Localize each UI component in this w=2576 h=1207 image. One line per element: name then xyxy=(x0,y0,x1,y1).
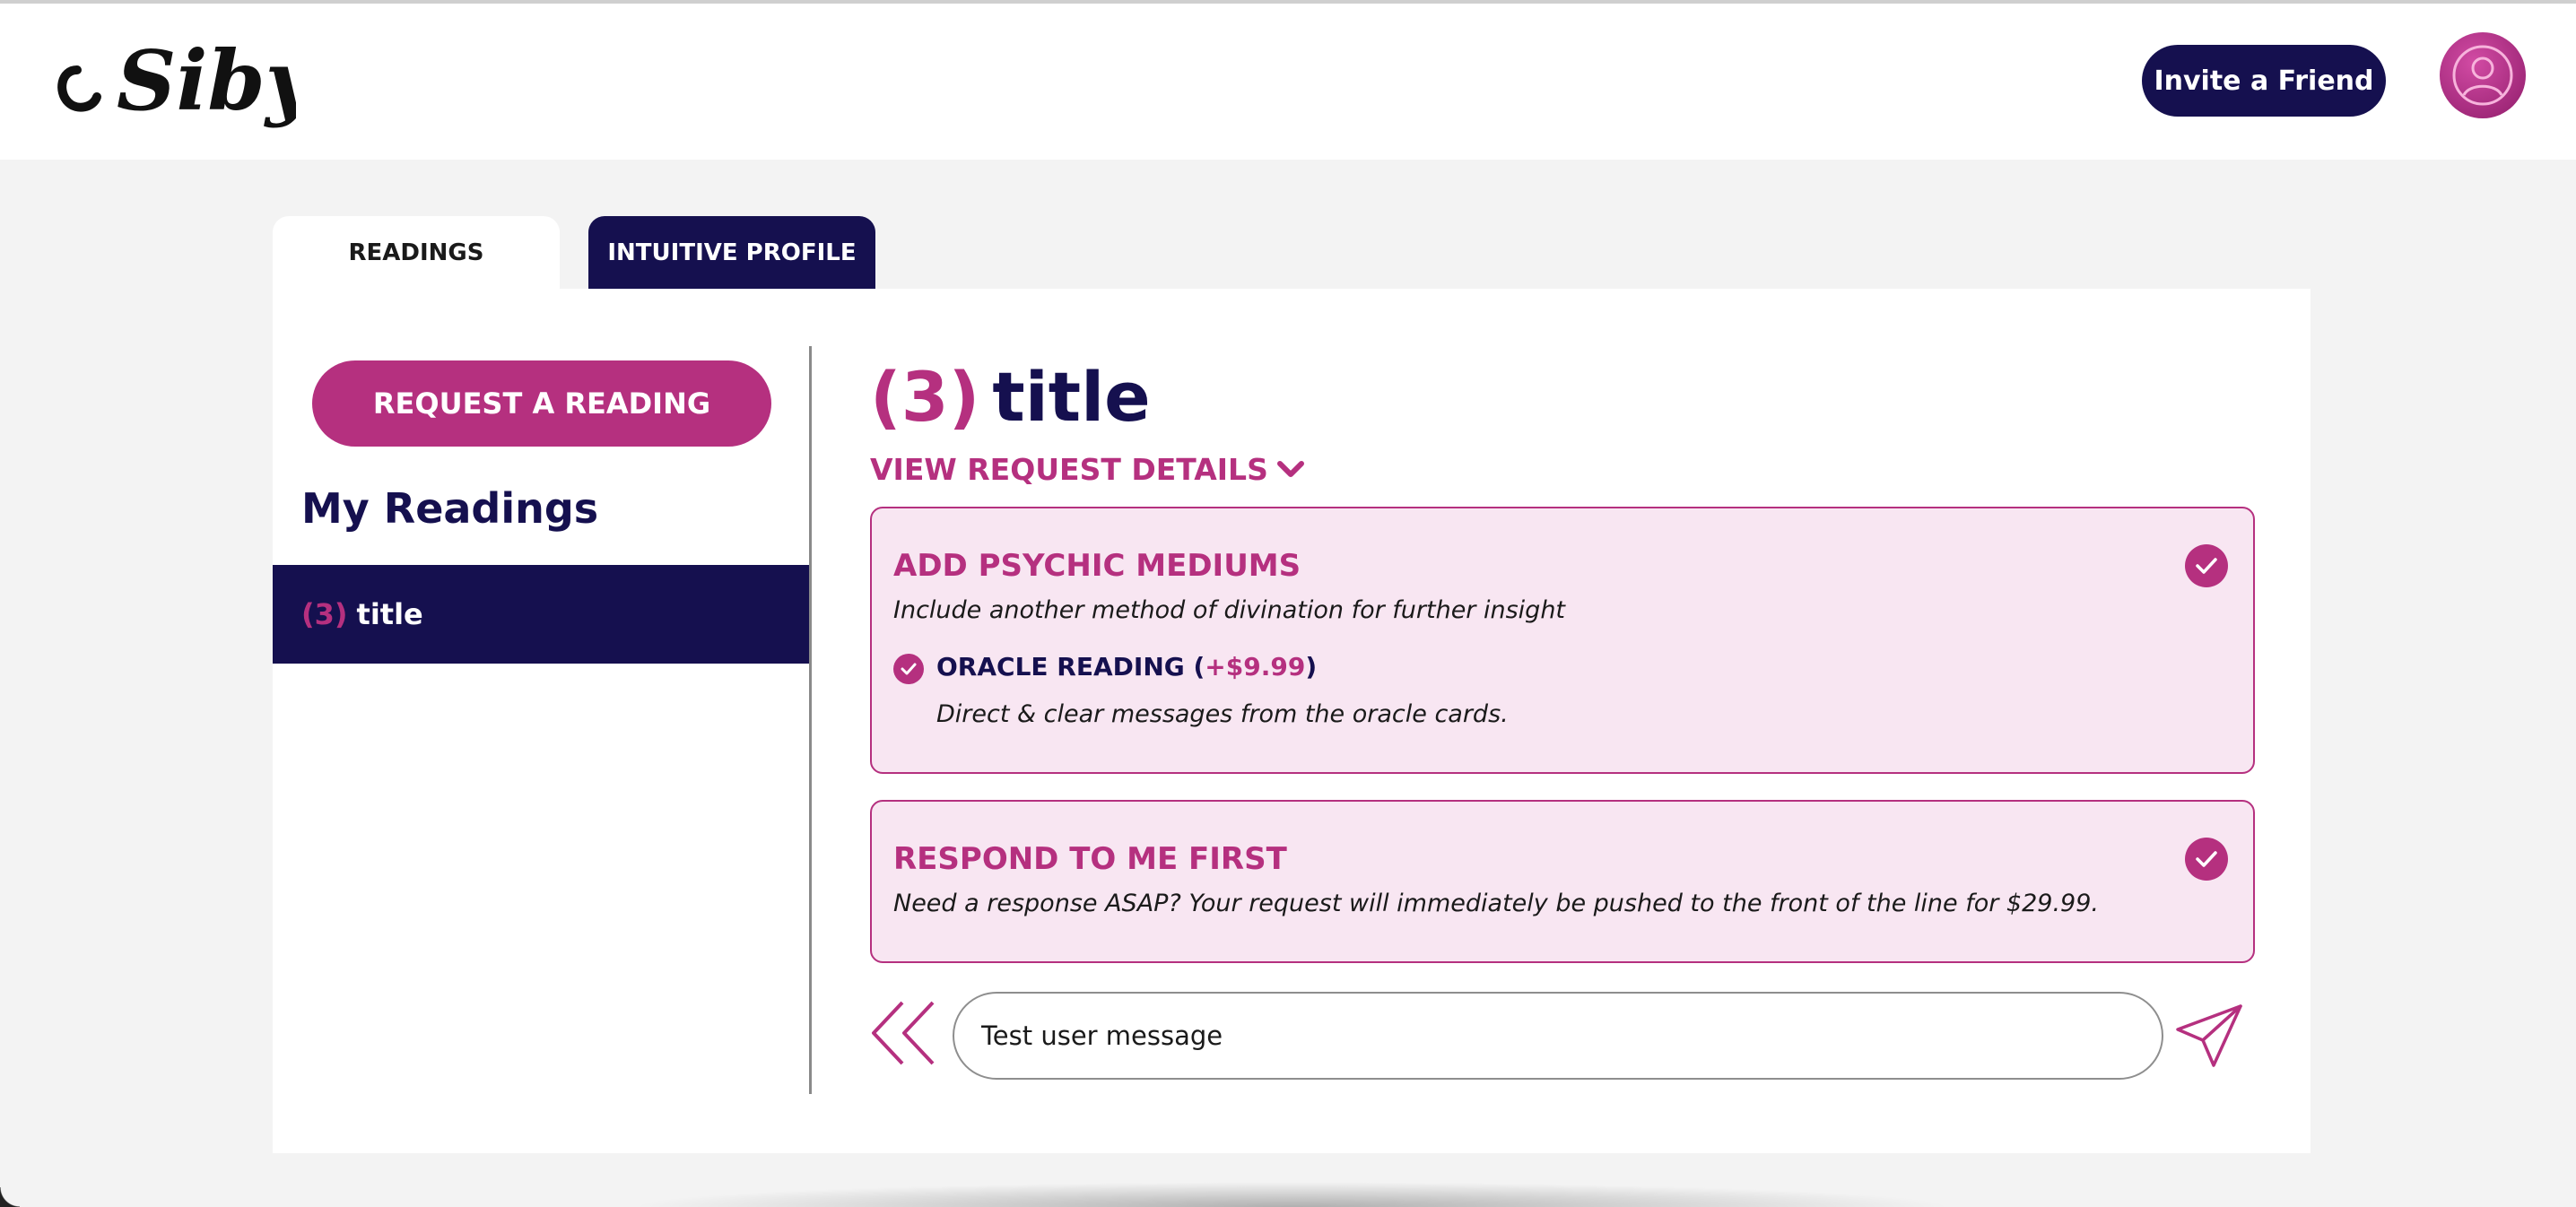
title-text: title xyxy=(992,357,1151,437)
card-title: ADD PSYCHIC MEDIUMS xyxy=(893,548,1301,584)
readings-panel: REQUEST A READING My Readings (3) title … xyxy=(273,289,2311,1153)
option-price: +$9.99 xyxy=(1205,652,1306,682)
check-circle-icon[interactable] xyxy=(2185,544,2228,587)
sibyl-logo[interactable]: Sibyl xyxy=(54,20,344,145)
card-description: Include another method of divination for… xyxy=(893,596,1566,624)
my-readings-heading: My Readings xyxy=(301,484,599,533)
window-corner xyxy=(0,1187,20,1207)
sidebar-item-reading[interactable]: (3) title xyxy=(273,565,811,664)
double-chevron-left-icon[interactable] xyxy=(870,997,936,1069)
check-circle-icon[interactable] xyxy=(2185,838,2228,881)
check-circle-icon[interactable] xyxy=(893,654,924,684)
option-label: ORACLE READING xyxy=(936,652,1185,682)
message-input[interactable] xyxy=(953,992,2163,1080)
option-paren-close: ) xyxy=(1305,652,1318,682)
sidebar-divider xyxy=(809,346,812,1094)
tab-intuitive-profile[interactable]: INTUITIVE PROFILE xyxy=(588,216,875,290)
request-reading-button[interactable]: REQUEST A READING xyxy=(312,360,771,447)
svg-text:Sibyl: Sibyl xyxy=(117,32,296,129)
option-description: Direct & clear messages from the oracle … xyxy=(936,700,1509,728)
chevron-down-icon xyxy=(1276,452,1304,487)
card-title: RESPOND TO ME FIRST xyxy=(893,841,1287,877)
app-header: Sibyl Invite a Friend xyxy=(0,4,2576,160)
avatar-user-icon[interactable] xyxy=(2440,32,2526,118)
reading-detail: (3) title VIEW REQUEST DETAILS ADD PSYCHI… xyxy=(870,289,2255,1153)
view-details-label: VIEW REQUEST DETAILS xyxy=(870,452,1268,487)
send-paper-plane-icon[interactable] xyxy=(2174,1003,2244,1069)
page-title: (3) title xyxy=(870,357,1151,437)
respond-first-card[interactable]: RESPOND TO ME FIRST Need a response ASAP… xyxy=(870,800,2255,963)
tab-readings[interactable]: READINGS xyxy=(273,216,560,290)
invite-friend-button[interactable]: Invite a Friend xyxy=(2142,45,2386,117)
reading-count: (3) xyxy=(301,597,348,631)
bottom-shadow xyxy=(628,1182,1955,1207)
view-request-details-toggle[interactable]: VIEW REQUEST DETAILS xyxy=(870,452,1304,487)
reading-title: title xyxy=(356,597,423,631)
title-count: (3) xyxy=(870,357,980,437)
option-paren-open: ( xyxy=(1193,652,1205,682)
card-description: Need a response ASAP? Your request will … xyxy=(893,890,2099,917)
add-psychic-mediums-card[interactable]: ADD PSYCHIC MEDIUMS Include another meth… xyxy=(870,507,2255,774)
oracle-reading-option: ORACLE READING (+$9.99) xyxy=(936,652,1317,682)
